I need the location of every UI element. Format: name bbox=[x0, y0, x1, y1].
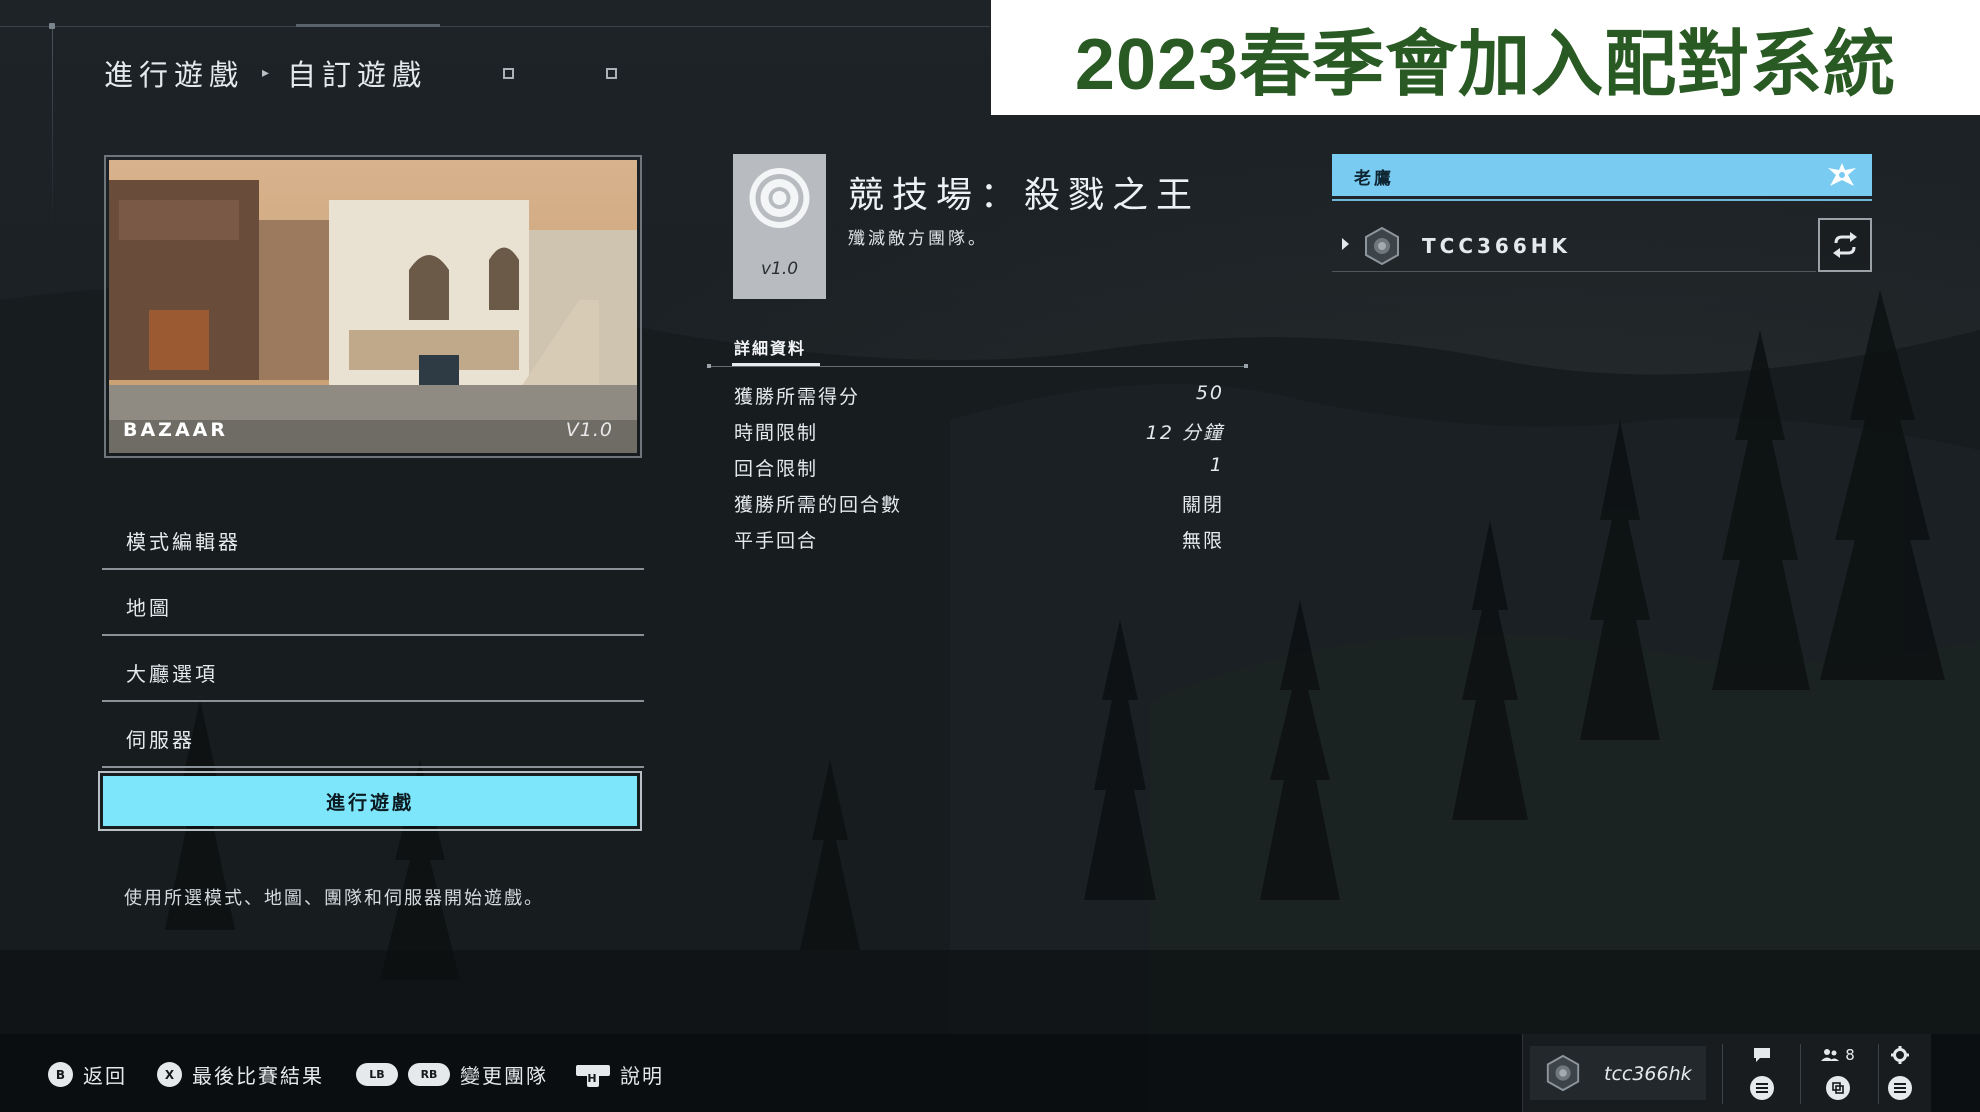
page-indicator-icon bbox=[606, 67, 618, 79]
detail-row-score-to-win: 獲勝所需得分 50 bbox=[734, 382, 1224, 412]
chat-button[interactable] bbox=[1742, 1044, 1782, 1104]
mode-version: v1.0 bbox=[760, 259, 799, 279]
menu-item-label: 伺服器 bbox=[126, 728, 195, 752]
breadcrumb-current: 自訂遊戲 bbox=[287, 58, 428, 92]
detail-value: 關閉 bbox=[1181, 494, 1224, 516]
divider-end-dot bbox=[1244, 364, 1248, 368]
frame-corner-dot bbox=[49, 23, 55, 29]
hint-label: 返回 bbox=[83, 1064, 127, 1088]
menu-item-server[interactable]: 伺服器 bbox=[102, 704, 644, 768]
menu-item-label: 大廳選項 bbox=[126, 662, 218, 686]
top-frame-highlight bbox=[296, 24, 440, 27]
dpad-button-icon: H bbox=[576, 1062, 610, 1088]
x-button-icon: X bbox=[157, 1062, 182, 1087]
oddball-target-icon bbox=[749, 168, 810, 228]
tray-divider bbox=[1800, 1044, 1801, 1104]
detail-row-sudden-death: 平手回合 無限 bbox=[734, 526, 1224, 556]
breadcrumb-separator-icon: ▸ bbox=[262, 65, 270, 81]
menu-item-map[interactable]: 地圖 bbox=[102, 572, 644, 636]
detail-value: 無限 bbox=[1181, 530, 1224, 552]
tray-divider bbox=[1722, 1044, 1723, 1104]
view-button-icon bbox=[1750, 1076, 1774, 1100]
player-emblem-icon bbox=[1546, 1054, 1580, 1092]
map-card[interactable]: BAZAAR V1.0 bbox=[104, 155, 642, 458]
hint-change-team[interactable]: LB RB 變更團隊 bbox=[356, 1060, 548, 1089]
tray-divider bbox=[1878, 1044, 1879, 1104]
rb-button-icon: RB bbox=[408, 1063, 450, 1086]
mode-icon-card: v1.0 bbox=[733, 154, 826, 299]
friends-icon bbox=[1821, 1049, 1840, 1061]
detail-label: 獲勝所需得分 bbox=[734, 386, 861, 408]
menu-item-lobby-options[interactable]: 大廳選項 bbox=[102, 638, 644, 702]
mode-title: 競技場：殺戮之王 bbox=[848, 175, 1201, 216]
menu-button-icon bbox=[1888, 1076, 1912, 1100]
play-button-frame: 進行遊戲 bbox=[98, 771, 642, 831]
caption-banner: 2023春季會加入配對系統 bbox=[991, 0, 1980, 115]
dpad-letter: H bbox=[587, 1071, 599, 1085]
team-header[interactable]: 老鷹 bbox=[1332, 154, 1872, 196]
hint-help[interactable]: H 說明 bbox=[576, 1060, 664, 1089]
tab-details[interactable]: 詳細資料 bbox=[734, 335, 806, 359]
profile-gamertag: tcc366hk bbox=[1604, 1063, 1692, 1085]
menu-item-label: 模式編輯器 bbox=[126, 530, 241, 554]
hint-back[interactable]: B 返回 bbox=[48, 1060, 127, 1089]
expand-caret-icon[interactable] bbox=[1342, 238, 1349, 250]
mode-subtitle: 殲滅敵方團隊。 bbox=[848, 229, 988, 249]
friends-button[interactable]: 8 bbox=[1818, 1044, 1858, 1104]
player-emblem-icon bbox=[1365, 226, 1399, 266]
map-name: BAZAAR bbox=[123, 419, 229, 441]
hint-last-match[interactable]: X 最後比賽結果 bbox=[157, 1060, 324, 1089]
detail-value: 1 bbox=[1209, 454, 1224, 476]
menu-description: 使用所選模式、地圖、團隊和伺服器開始遊戲。 bbox=[124, 888, 544, 909]
team-header-underline bbox=[1332, 199, 1872, 201]
banner-text: 2023春季會加入配對系統 bbox=[1074, 25, 1897, 105]
detail-row-round-limit: 回合限制 1 bbox=[734, 454, 1224, 484]
b-button-icon: B bbox=[48, 1062, 73, 1087]
detail-row-time-limit: 時間限制 12 分鐘 bbox=[734, 418, 1224, 448]
hint-label: 說明 bbox=[620, 1064, 664, 1088]
detail-row-rounds-to-win: 獲勝所需的回合數 關閉 bbox=[734, 490, 1224, 520]
swap-arrows-icon bbox=[1833, 232, 1857, 258]
settings-button[interactable] bbox=[1880, 1044, 1920, 1104]
start-game-button[interactable]: 進行遊戲 bbox=[103, 776, 637, 826]
hint-label: 最後比賽結果 bbox=[192, 1064, 324, 1088]
breadcrumb-parent[interactable]: 進行遊戲 bbox=[104, 52, 244, 94]
map-version: V1.0 bbox=[565, 419, 613, 441]
player-row-divider bbox=[1332, 271, 1816, 272]
detail-label: 時間限制 bbox=[734, 422, 819, 444]
player-gamertag: TCC366HK bbox=[1422, 234, 1571, 258]
details-divider bbox=[709, 366, 1247, 367]
page-indicator-icon bbox=[503, 67, 515, 79]
gear-icon bbox=[1891, 1046, 1909, 1064]
profile-button[interactable]: tcc366hk bbox=[1530, 1046, 1706, 1100]
eagle-emblem-icon bbox=[1828, 163, 1856, 186]
player-row[interactable]: TCC366HK bbox=[1332, 218, 1872, 272]
friends-count: 8 bbox=[1845, 1046, 1855, 1064]
breadcrumb: 進行遊戲 ▸ 自訂遊戲 bbox=[104, 52, 618, 94]
detail-label: 獲勝所需的回合數 bbox=[734, 494, 903, 516]
detail-label: 回合限制 bbox=[734, 458, 819, 480]
lb-button-icon: LB bbox=[356, 1063, 398, 1086]
left-frame-line bbox=[52, 26, 53, 226]
detail-label: 平手回合 bbox=[734, 530, 819, 552]
menu-item-mode-editor[interactable]: 模式編輯器 bbox=[102, 506, 644, 570]
map-thumbnail: BAZAAR V1.0 bbox=[109, 160, 637, 453]
detail-value: 12 分鐘 bbox=[1145, 422, 1224, 444]
team-name: 老鷹 bbox=[1354, 169, 1394, 189]
menu-item-label: 地圖 bbox=[126, 596, 172, 620]
detail-value: 50 bbox=[1195, 382, 1224, 404]
hint-label: 變更團隊 bbox=[460, 1064, 548, 1088]
divider-end-dot bbox=[707, 364, 711, 368]
chat-icon bbox=[1754, 1048, 1770, 1062]
swap-team-button[interactable] bbox=[1818, 218, 1872, 272]
share-button-icon bbox=[1826, 1076, 1850, 1100]
top-frame-line bbox=[0, 26, 990, 27]
